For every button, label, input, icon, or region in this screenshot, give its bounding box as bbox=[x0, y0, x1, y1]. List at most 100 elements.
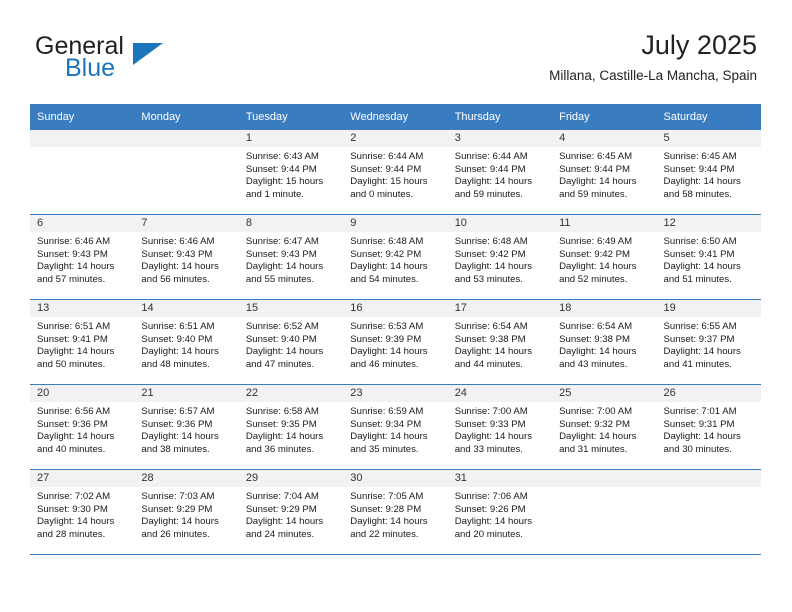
sunrise-text: Sunrise: 6:59 AM bbox=[350, 406, 424, 417]
daylight-text-line2: and 48 minutes. bbox=[141, 358, 210, 370]
sunset-text: Sunset: 9:41 PM bbox=[37, 333, 108, 345]
day-cell[interactable]: 31 Sunrise: 7:06 AM Sunset: 9:26 PM Dayligh… bbox=[447, 469, 553, 555]
day-cell-inner bbox=[134, 130, 239, 214]
day-cell[interactable]: 19 Sunrise: 6:55 AM Sunset: 9:37 PM Dayligh… bbox=[656, 299, 761, 385]
day-details: Sunrise: 6:48 AM Sunset: 9:42 PM Daylight:… bbox=[343, 232, 447, 286]
daylight-text-line1: Daylight: 14 hours bbox=[559, 346, 637, 358]
day-cell[interactable]: 24 Sunrise: 7:00 AM Sunset: 9:33 PM Dayligh… bbox=[447, 384, 553, 470]
weekday-header-thursday: Thursday bbox=[447, 104, 553, 130]
day-cell[interactable]: 1 Sunrise: 6:43 AM Sunset: 9:44 PM Daylight… bbox=[238, 130, 344, 215]
day-cell[interactable]: 11 Sunrise: 6:49 AM Sunset: 9:42 PM Dayligh… bbox=[552, 214, 657, 300]
sunset-text: Sunset: 9:43 PM bbox=[141, 248, 213, 260]
sunset-text: Sunset: 9:43 PM bbox=[37, 248, 108, 260]
day-cell[interactable]: 8 Sunrise: 6:47 AM Sunset: 9:43 PM Daylight… bbox=[238, 214, 344, 300]
calendar-week-row: 13 Sunrise: 6:51 AM Sunset: 9:41 PM Dayligh… bbox=[30, 299, 761, 385]
day-cell[interactable]: 20 Sunrise: 6:56 AM Sunset: 9:36 PM Dayligh… bbox=[30, 384, 135, 470]
day-number: 6 bbox=[30, 215, 135, 232]
sunrise-text: Sunrise: 7:02 AM bbox=[37, 491, 111, 502]
daylight-text-line2: and 36 minutes. bbox=[245, 443, 315, 455]
day-cell[interactable]: 30 Sunrise: 7:05 AM Sunset: 9:28 PM Dayligh… bbox=[343, 469, 448, 555]
daylight-text-line1: Daylight: 14 hours bbox=[245, 431, 324, 443]
daylight-text-line1: Daylight: 14 hours bbox=[141, 431, 219, 443]
sunrise-text: Sunrise: 7:05 AM bbox=[350, 491, 424, 502]
weekday-header-saturday: Saturday bbox=[656, 104, 761, 130]
day-cell[interactable]: 2 Sunrise: 6:44 AM Sunset: 9:44 PM Daylight… bbox=[343, 130, 448, 215]
day-cell-inner: 9 Sunrise: 6:48 AM Sunset: 9:42 PM Daylight… bbox=[343, 215, 448, 299]
day-cell[interactable]: 6 Sunrise: 6:46 AM Sunset: 9:43 PM Daylight… bbox=[30, 214, 135, 300]
day-cell[interactable]: 3 Sunrise: 6:44 AM Sunset: 9:44 PM Daylight… bbox=[447, 130, 553, 215]
day-number: 4 bbox=[552, 130, 657, 147]
day-cell[interactable]: 25 Sunrise: 7:00 AM Sunset: 9:32 PM Dayligh… bbox=[552, 384, 657, 470]
day-cell[interactable]: 23 Sunrise: 6:59 AM Sunset: 9:34 PM Dayligh… bbox=[343, 384, 448, 470]
day-cell[interactable]: 26 Sunrise: 7:01 AM Sunset: 9:31 PM Dayligh… bbox=[656, 384, 761, 470]
day-details: Sunrise: 6:44 AM Sunset: 9:44 PM Daylight:… bbox=[343, 147, 447, 201]
day-cell[interactable]: 12 Sunrise: 6:50 AM Sunset: 9:41 PM Dayligh… bbox=[656, 214, 761, 300]
calendar-week-row: 20 Sunrise: 6:56 AM Sunset: 9:36 PM Dayligh… bbox=[30, 384, 761, 470]
day-cell[interactable]: 28 Sunrise: 7:03 AM Sunset: 9:29 PM Dayligh… bbox=[134, 469, 239, 555]
daylight-text-line2: and 57 minutes. bbox=[37, 273, 106, 285]
day-cell[interactable]: 29 Sunrise: 7:04 AM Sunset: 9:29 PM Dayligh… bbox=[238, 469, 344, 555]
sunset-text: Sunset: 9:30 PM bbox=[37, 503, 108, 515]
daylight-text-line1: Daylight: 14 hours bbox=[350, 346, 428, 358]
day-number: 8 bbox=[238, 215, 344, 232]
daylight-text-line1: Daylight: 15 hours bbox=[350, 176, 428, 188]
day-cell-inner bbox=[30, 130, 135, 214]
daylight-text-line2: and 50 minutes. bbox=[37, 358, 106, 370]
daylight-text-line2: and 43 minutes. bbox=[559, 358, 628, 370]
sunrise-text: Sunrise: 6:58 AM bbox=[245, 406, 319, 417]
day-cell-inner: 24 Sunrise: 7:00 AM Sunset: 9:33 PM Dayligh… bbox=[447, 385, 553, 469]
day-cell-inner: 7 Sunrise: 6:46 AM Sunset: 9:43 PM Daylight… bbox=[134, 215, 239, 299]
day-cell[interactable]: 13 Sunrise: 6:51 AM Sunset: 9:41 PM Dayligh… bbox=[30, 299, 135, 385]
day-cell[interactable]: 10 Sunrise: 6:48 AM Sunset: 9:42 PM Dayligh… bbox=[447, 214, 553, 300]
day-cell[interactable]: 4 Sunrise: 6:45 AM Sunset: 9:44 PM Daylight… bbox=[552, 130, 657, 215]
day-number: 21 bbox=[134, 385, 239, 402]
day-cell[interactable]: 21 Sunrise: 6:57 AM Sunset: 9:36 PM Dayligh… bbox=[134, 384, 239, 470]
daylight-text-line1: Daylight: 14 hours bbox=[663, 431, 741, 443]
sunrise-text: Sunrise: 6:54 AM bbox=[559, 321, 633, 332]
day-cell[interactable]: 7 Sunrise: 6:46 AM Sunset: 9:43 PM Daylight… bbox=[134, 214, 239, 300]
day-cell-inner: 22 Sunrise: 6:58 AM Sunset: 9:35 PM Dayligh… bbox=[238, 385, 344, 469]
day-number: 20 bbox=[30, 385, 135, 402]
day-cell[interactable]: 15 Sunrise: 6:52 AM Sunset: 9:40 PM Dayligh… bbox=[238, 299, 344, 385]
day-cell[interactable]: 18 Sunrise: 6:54 AM Sunset: 9:38 PM Dayligh… bbox=[552, 299, 657, 385]
sunset-text: Sunset: 9:29 PM bbox=[245, 503, 317, 515]
day-details: Sunrise: 6:57 AM Sunset: 9:36 PM Daylight:… bbox=[134, 402, 238, 456]
sunset-text: Sunset: 9:31 PM bbox=[663, 418, 735, 430]
day-cell[interactable]: 14 Sunrise: 6:51 AM Sunset: 9:40 PM Dayligh… bbox=[134, 299, 239, 385]
day-details: Sunrise: 6:51 AM Sunset: 9:40 PM Daylight:… bbox=[134, 317, 238, 371]
day-details: Sunrise: 6:45 AM Sunset: 9:44 PM Daylight:… bbox=[552, 147, 656, 201]
day-details: Sunrise: 7:00 AM Sunset: 9:33 PM Daylight:… bbox=[448, 402, 552, 456]
sunset-text: Sunset: 9:32 PM bbox=[559, 418, 631, 430]
daylight-text-line1: Daylight: 14 hours bbox=[37, 516, 115, 528]
day-number: 11 bbox=[552, 215, 657, 232]
day-cell-inner: 15 Sunrise: 6:52 AM Sunset: 9:40 PM Dayligh… bbox=[238, 300, 344, 384]
day-cell[interactable]: 9 Sunrise: 6:48 AM Sunset: 9:42 PM Daylight… bbox=[343, 214, 448, 300]
sunrise-text: Sunrise: 6:51 AM bbox=[37, 321, 111, 332]
daylight-text-line1: Daylight: 14 hours bbox=[454, 516, 533, 528]
day-number: 9 bbox=[343, 215, 448, 232]
sunrise-text: Sunrise: 6:53 AM bbox=[350, 321, 424, 332]
day-cell-inner: 10 Sunrise: 6:48 AM Sunset: 9:42 PM Dayligh… bbox=[447, 215, 553, 299]
day-cell-empty bbox=[552, 469, 657, 555]
logo-triangle-icon bbox=[133, 43, 163, 65]
page-title: July 2025 bbox=[641, 30, 757, 60]
day-cell[interactable]: 17 Sunrise: 6:54 AM Sunset: 9:38 PM Dayligh… bbox=[447, 299, 553, 385]
day-cell[interactable]: 27 Sunrise: 7:02 AM Sunset: 9:30 PM Dayligh… bbox=[30, 469, 135, 555]
day-cell-inner: 3 Sunrise: 6:44 AM Sunset: 9:44 PM Daylight… bbox=[447, 130, 553, 214]
sunset-text: Sunset: 9:44 PM bbox=[245, 163, 317, 175]
day-cell-inner: 4 Sunrise: 6:45 AM Sunset: 9:44 PM Daylight… bbox=[552, 130, 657, 214]
day-details: Sunrise: 6:54 AM Sunset: 9:38 PM Daylight:… bbox=[552, 317, 656, 371]
day-cell-inner: 6 Sunrise: 6:46 AM Sunset: 9:43 PM Daylight… bbox=[30, 215, 135, 299]
sunset-text: Sunset: 9:36 PM bbox=[141, 418, 213, 430]
day-cell[interactable]: 22 Sunrise: 6:58 AM Sunset: 9:35 PM Dayligh… bbox=[238, 384, 344, 470]
day-details: Sunrise: 7:04 AM Sunset: 9:29 PM Daylight:… bbox=[239, 487, 343, 541]
day-cell[interactable]: 16 Sunrise: 6:53 AM Sunset: 9:39 PM Dayligh… bbox=[343, 299, 448, 385]
daylight-text-line2: and 54 minutes. bbox=[350, 273, 419, 285]
day-details: Sunrise: 7:05 AM Sunset: 9:28 PM Daylight:… bbox=[343, 487, 447, 541]
page-subtitle: Millana, Castille-La Mancha, Spain bbox=[549, 68, 757, 83]
daylight-text-line1: Daylight: 15 hours bbox=[245, 176, 324, 188]
day-cell[interactable]: 5 Sunrise: 6:45 AM Sunset: 9:44 PM Daylight… bbox=[656, 130, 761, 215]
day-cell-inner bbox=[656, 470, 761, 554]
day-details: Sunrise: 7:01 AM Sunset: 9:31 PM Daylight:… bbox=[657, 402, 761, 456]
daylight-text-line1: Daylight: 14 hours bbox=[559, 176, 637, 188]
